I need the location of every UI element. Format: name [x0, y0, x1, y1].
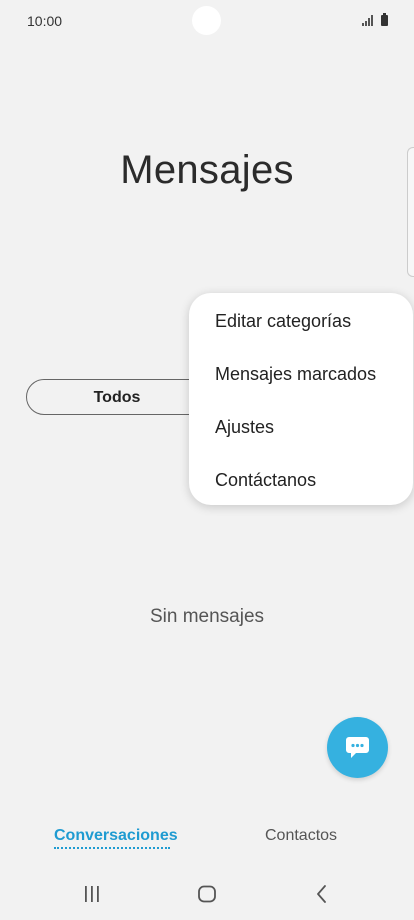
menu-item-edit-categories[interactable]: Editar categorías: [215, 311, 351, 332]
status-bar: 10:00: [0, 0, 414, 42]
home-button[interactable]: [195, 882, 219, 906]
overflow-menu: Editar categorías Mensajes marcados Ajus…: [189, 293, 413, 505]
recents-button[interactable]: [80, 882, 104, 906]
compose-button[interactable]: [327, 717, 388, 778]
home-icon: [198, 885, 216, 903]
tab-active-indicator: [54, 847, 170, 849]
system-navbar: [0, 870, 414, 920]
back-icon: [317, 885, 326, 903]
status-icons: [362, 13, 388, 27]
menu-item-contact-us[interactable]: Contáctanos: [215, 470, 316, 491]
tab-conversations[interactable]: Conversaciones: [54, 827, 178, 845]
menu-item-starred-messages[interactable]: Mensajes marcados: [215, 364, 376, 385]
page-title: Mensajes: [120, 148, 294, 192]
recents-icon: [85, 886, 99, 902]
signal-icon: [362, 15, 374, 26]
filter-selected-label: Todos: [93, 389, 141, 406]
chat-bubble-icon: [346, 737, 369, 758]
empty-state-text: Sin mensajes: [149, 606, 265, 627]
tab-contacts[interactable]: Contactos: [265, 827, 337, 845]
back-button[interactable]: [310, 882, 334, 906]
battery-icon: [381, 13, 388, 26]
menu-item-settings[interactable]: Ajustes: [215, 417, 274, 438]
status-time: 10:00: [27, 13, 63, 29]
camera-cutout: [192, 6, 221, 35]
